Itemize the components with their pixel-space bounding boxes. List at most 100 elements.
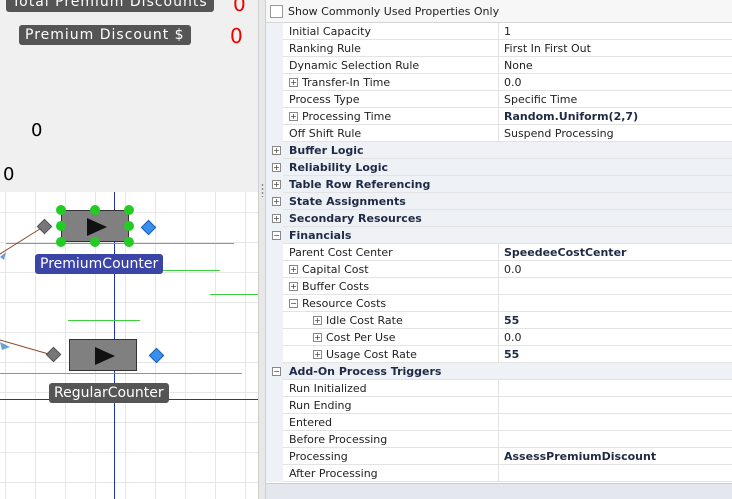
property-value[interactable] bbox=[498, 397, 732, 414]
property-name: Before Processing bbox=[289, 433, 388, 446]
facility-view[interactable]: Total Premium Discounts 0 Premium Discou… bbox=[0, 0, 258, 499]
property-value[interactable] bbox=[498, 278, 732, 295]
property-value[interactable]: AssessPremiumDiscount bbox=[498, 448, 732, 465]
property-row[interactable]: + Buffer Costs bbox=[266, 278, 732, 295]
collapse-icon[interactable]: − bbox=[289, 299, 298, 308]
expand-icon[interactable]: + bbox=[289, 282, 298, 291]
play-icon bbox=[87, 218, 107, 236]
premium-discount-value: 0 bbox=[230, 24, 243, 48]
property-row[interactable]: + Usage Cost Rate 55 bbox=[266, 346, 732, 363]
property-name: Financials bbox=[289, 229, 352, 242]
property-category[interactable]: + State Assignments bbox=[266, 193, 732, 210]
show-common-checkbox[interactable] bbox=[270, 4, 283, 18]
expand-icon[interactable]: + bbox=[313, 333, 322, 342]
selection-handle[interactable] bbox=[56, 237, 66, 247]
property-name: Transfer-In Time bbox=[302, 76, 391, 89]
property-row[interactable]: + Processing Time Random.Uniform(2,7) bbox=[266, 108, 732, 125]
row-gutter bbox=[266, 397, 283, 414]
expand-icon[interactable]: + bbox=[272, 146, 281, 155]
property-category[interactable]: + Table Row Referencing bbox=[266, 176, 732, 193]
property-value[interactable]: Suspend Processing bbox=[498, 125, 732, 142]
property-value[interactable]: First In First Out bbox=[498, 40, 732, 57]
selection-handle[interactable] bbox=[56, 221, 66, 231]
show-common-label[interactable]: Show Commonly Used Properties Only bbox=[288, 5, 499, 18]
row-gutter bbox=[266, 57, 283, 74]
collapse-icon[interactable]: − bbox=[272, 367, 281, 376]
property-row[interactable]: Processing AssessPremiumDiscount bbox=[266, 448, 732, 465]
property-row[interactable]: Run Ending bbox=[266, 397, 732, 414]
property-name: Run Ending bbox=[289, 399, 352, 412]
property-value[interactable]: 55 bbox=[498, 346, 732, 363]
property-category[interactable]: + Reliability Logic bbox=[266, 159, 732, 176]
property-row[interactable]: + Capital Cost 0.0 bbox=[266, 261, 732, 278]
property-row[interactable]: − Resource Costs bbox=[266, 295, 732, 312]
property-row[interactable]: Parent Cost Center SpeedeeCostCenter bbox=[266, 244, 732, 261]
property-value[interactable] bbox=[498, 380, 732, 397]
selection-handle[interactable] bbox=[90, 237, 100, 247]
regular-counter-label[interactable]: RegularCounter bbox=[49, 383, 169, 403]
panel-splitter[interactable] bbox=[258, 0, 266, 499]
property-value[interactable] bbox=[498, 295, 732, 312]
server-shape[interactable] bbox=[69, 339, 137, 371]
property-value[interactable]: SpeedeeCostCenter bbox=[498, 244, 732, 261]
property-value[interactable] bbox=[498, 465, 732, 482]
property-row[interactable]: + Cost Per Use 0.0 bbox=[266, 329, 732, 346]
property-row[interactable]: Dynamic Selection Rule None bbox=[266, 57, 732, 74]
expand-icon[interactable]: + bbox=[313, 316, 322, 325]
property-row[interactable]: + Transfer-In Time 0.0 bbox=[266, 74, 732, 91]
property-name: Buffer Costs bbox=[302, 280, 370, 293]
property-row[interactable]: Process Type Specific Time bbox=[266, 91, 732, 108]
property-name: Off Shift Rule bbox=[289, 127, 362, 140]
property-row[interactable]: Run Initialized bbox=[266, 380, 732, 397]
property-name: Secondary Resources bbox=[289, 212, 422, 225]
property-name: Processing Time bbox=[302, 110, 392, 123]
selection-handle[interactable] bbox=[124, 221, 134, 231]
property-value[interactable]: 0.0 bbox=[498, 74, 732, 91]
property-row[interactable]: After Processing bbox=[266, 465, 732, 482]
property-name: After Processing bbox=[289, 467, 378, 480]
property-value[interactable]: Random.Uniform(2,7) bbox=[498, 108, 732, 125]
property-value[interactable]: Specific Time bbox=[498, 91, 732, 108]
property-category[interactable]: − Add-On Process Triggers bbox=[266, 363, 732, 380]
property-value[interactable]: 1 bbox=[498, 23, 732, 40]
property-row[interactable]: + Idle Cost Rate 55 bbox=[266, 312, 732, 329]
expand-icon[interactable]: + bbox=[313, 350, 322, 359]
property-value[interactable]: 55 bbox=[498, 312, 732, 329]
property-category[interactable]: + Buffer Logic bbox=[266, 142, 732, 159]
property-value[interactable]: None bbox=[498, 57, 732, 74]
expand-icon[interactable]: + bbox=[272, 214, 281, 223]
property-name: Add-On Process Triggers bbox=[289, 365, 442, 378]
expand-icon[interactable]: + bbox=[289, 78, 298, 87]
property-row[interactable]: Entered bbox=[266, 414, 732, 431]
property-category[interactable]: − Financials bbox=[266, 227, 732, 244]
collapse-icon[interactable]: − bbox=[272, 231, 281, 240]
expand-icon[interactable]: + bbox=[289, 265, 298, 274]
property-category[interactable]: + Secondary Resources bbox=[266, 210, 732, 227]
premium-counter-label[interactable]: PremiumCounter bbox=[35, 254, 164, 274]
property-row[interactable]: Ranking Rule First In First Out bbox=[266, 40, 732, 57]
row-gutter bbox=[266, 295, 283, 312]
property-row[interactable]: Off Shift Rule Suspend Processing bbox=[266, 125, 732, 142]
property-value[interactable] bbox=[498, 414, 732, 431]
selection-handle[interactable] bbox=[56, 205, 66, 215]
row-gutter bbox=[266, 244, 283, 261]
property-name: Processing bbox=[289, 450, 348, 463]
property-value[interactable]: 0.0 bbox=[498, 329, 732, 346]
property-value[interactable] bbox=[498, 431, 732, 448]
expand-icon[interactable]: + bbox=[272, 180, 281, 189]
selection-handle[interactable] bbox=[124, 237, 134, 247]
selection-handle[interactable] bbox=[90, 205, 100, 215]
selection-handle[interactable] bbox=[124, 205, 134, 215]
property-row[interactable]: Before Processing bbox=[266, 431, 732, 448]
connector-path[interactable] bbox=[0, 226, 44, 255]
expand-icon[interactable]: + bbox=[272, 163, 281, 172]
property-row[interactable]: Initial Capacity 1 bbox=[266, 23, 732, 40]
row-gutter bbox=[266, 125, 283, 142]
properties-panel: Show Commonly Used Properties Only Initi… bbox=[266, 0, 732, 499]
canvas-grid[interactable]: PremiumCounter RegularCounter bbox=[0, 192, 258, 499]
expand-icon[interactable]: + bbox=[289, 112, 298, 121]
grip-icon bbox=[261, 183, 264, 197]
property-value[interactable]: 0.0 bbox=[498, 261, 732, 278]
expand-icon[interactable]: + bbox=[272, 197, 281, 206]
property-name: Reliability Logic bbox=[289, 161, 389, 174]
